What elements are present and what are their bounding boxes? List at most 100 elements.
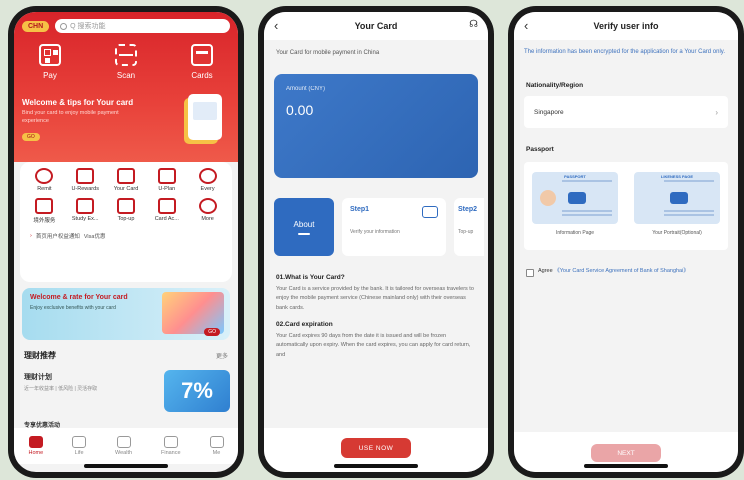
search-placeholder: Q 搜索功能 [70, 23, 106, 30]
service-label: Every [200, 186, 215, 192]
cards-button[interactable]: Cards [176, 44, 228, 80]
text-lines-icon [664, 180, 714, 182]
tab-label: Home [28, 450, 44, 456]
nationality-select[interactable]: Singapore › [524, 96, 728, 128]
back-chevron-icon[interactable]: ‹ [274, 18, 278, 33]
welcome-banner[interactable]: Welcome & tips for Your card Bind your c… [22, 94, 230, 146]
service-your-card[interactable]: Your Card [106, 168, 147, 192]
finance-title[interactable]: 理财计划 [24, 372, 52, 382]
service-label: 境外服务 [33, 218, 56, 224]
card-icon [191, 44, 213, 66]
your-card-screen: ‹ Your Card ☊ Your Card for mobile payme… [264, 12, 488, 472]
speaker-icon: › [30, 233, 32, 239]
pay-label: Pay [43, 71, 57, 80]
tab-label: Finance [160, 450, 181, 456]
service-icon [35, 198, 54, 214]
service-u-plan[interactable]: U-Plan [146, 168, 187, 192]
portrait-caption: Your Portrait(Optional) [652, 230, 702, 236]
banner-subtitle: Bind your card to enjoy mobile payment e… [22, 110, 119, 124]
promo-go-button[interactable]: GO [204, 328, 220, 336]
service-label: Study Ex... [71, 216, 99, 222]
service-overseas[interactable]: 境外服务 [24, 198, 65, 224]
step1-card[interactable]: Step1 Verify your information [342, 198, 446, 256]
balance-card[interactable]: Amount (CNY) 0.00 [274, 74, 478, 178]
headset-icon[interactable]: ☊ [469, 19, 478, 30]
tab-bar: Home Life Wealth Finance Me [14, 428, 238, 464]
agreement-link[interactable]: 《Your Card Service Agreement of Bank of … [554, 268, 689, 274]
card-account-icon [157, 198, 176, 214]
passport-info-image: PASSPORT [532, 172, 618, 224]
scan-icon [115, 44, 137, 66]
home-header: CHN Q 搜索功能 Pay Scan Cards Welcome & tips… [14, 12, 238, 162]
service-label: More [201, 216, 214, 222]
promo-title: Welcome & rate for Your card [30, 294, 128, 301]
globe-icon [35, 168, 54, 184]
back-chevron-icon[interactable]: ‹ [524, 18, 528, 33]
tab-home[interactable]: Home [28, 436, 43, 456]
passport-info-upload[interactable]: PASSPORT Information Page [530, 172, 620, 250]
nationality-value: Singapore [534, 108, 564, 116]
study-icon [76, 198, 95, 214]
service-remit[interactable]: Remit [24, 168, 65, 192]
notice-bar[interactable]: › 首页用户权益通知 Visa优惠 [24, 232, 228, 240]
service-more[interactable]: More [187, 198, 228, 224]
service-top-up[interactable]: Top-up [106, 198, 147, 224]
id-card-icon [422, 206, 438, 218]
tab-life[interactable]: Life [72, 436, 87, 456]
page-subtitle: Your Card for mobile payment in China [276, 50, 380, 56]
search-icon [60, 22, 68, 30]
section-title: 理财推荐 [24, 351, 56, 360]
service-label: U-Rewards [71, 186, 99, 192]
portrait-upload[interactable]: LIKENESS PAGE Your Portrait(Optional) [632, 172, 722, 250]
portrait-image: LIKENESS PAGE [634, 172, 720, 224]
next-button[interactable]: NEXT [591, 444, 661, 462]
pay-button[interactable]: Pay [24, 44, 76, 80]
phone-frame-home: CHN Q 搜索功能 Pay Scan Cards Welcome & tips… [8, 6, 244, 478]
use-now-button[interactable]: USE NOW [341, 438, 411, 458]
location-chip[interactable]: CHN [22, 20, 50, 32]
finance-icon [163, 436, 178, 448]
agreement-row: Agree 《Your Card Service Agreement of Ba… [526, 268, 726, 277]
percent-badge[interactable]: 7% [164, 370, 230, 412]
passport-upload-box: PASSPORT Information Page LIKENESS PAGE … [524, 162, 728, 250]
step2-desc: Top-up [458, 229, 474, 235]
chevron-right-icon: › [715, 107, 718, 117]
page-title: Your Card [354, 21, 398, 31]
service-every[interactable]: Every [187, 168, 228, 192]
service-u-rewards[interactable]: U-Rewards [65, 168, 106, 192]
amount-value: 0.00 [286, 102, 314, 118]
tab-wealth[interactable]: Wealth [115, 436, 132, 456]
step2-card[interactable]: Step2 Top-up [454, 198, 484, 256]
tab-me[interactable]: Me [209, 436, 224, 456]
scan-label: Scan [116, 71, 136, 80]
qr-code-icon [39, 44, 61, 66]
services-grid: Remit U-Rewards Your Card U-Plan Every 境… [24, 168, 228, 224]
more-icon [198, 198, 217, 214]
cards-label: Cards [191, 71, 213, 80]
wealth-icon [116, 436, 131, 448]
camera-icon [568, 192, 586, 204]
tab-label: Life [74, 450, 84, 456]
plan-icon [157, 168, 176, 184]
passport-tag: PASSPORT [564, 174, 586, 179]
service-label: Remit [37, 186, 52, 192]
agree-checkbox[interactable] [526, 269, 534, 277]
service-study[interactable]: Study Ex... [65, 198, 106, 224]
tab-finance[interactable]: Finance [161, 436, 181, 456]
home-top-bar: CHN Q 搜索功能 [22, 18, 230, 34]
scan-button[interactable]: Scan [100, 44, 152, 80]
search-bar[interactable]: Q 搜索功能 [55, 19, 230, 33]
home-indicator [334, 464, 418, 468]
notice-text: 首页用户权益通知 [35, 234, 80, 240]
section-more-link[interactable]: 更多 [216, 351, 228, 360]
home-screen: CHN Q 搜索功能 Pay Scan Cards Welcome & tips… [14, 12, 238, 472]
banner-go-button[interactable]: GO [22, 133, 40, 142]
life-icon [72, 436, 87, 448]
about-button[interactable]: About [274, 198, 334, 256]
service-card-account[interactable]: Card Ac... [146, 198, 187, 224]
quick-actions: Pay Scan Cards [24, 44, 228, 80]
faq-section: 01.What is Your Card? Your Card is a ser… [276, 274, 476, 368]
promo-banner[interactable]: Welcome & rate for Your card Enjoy exclu… [22, 288, 230, 340]
step1-desc: Verify your information [350, 229, 400, 235]
page-title: Verify user info [593, 21, 659, 31]
